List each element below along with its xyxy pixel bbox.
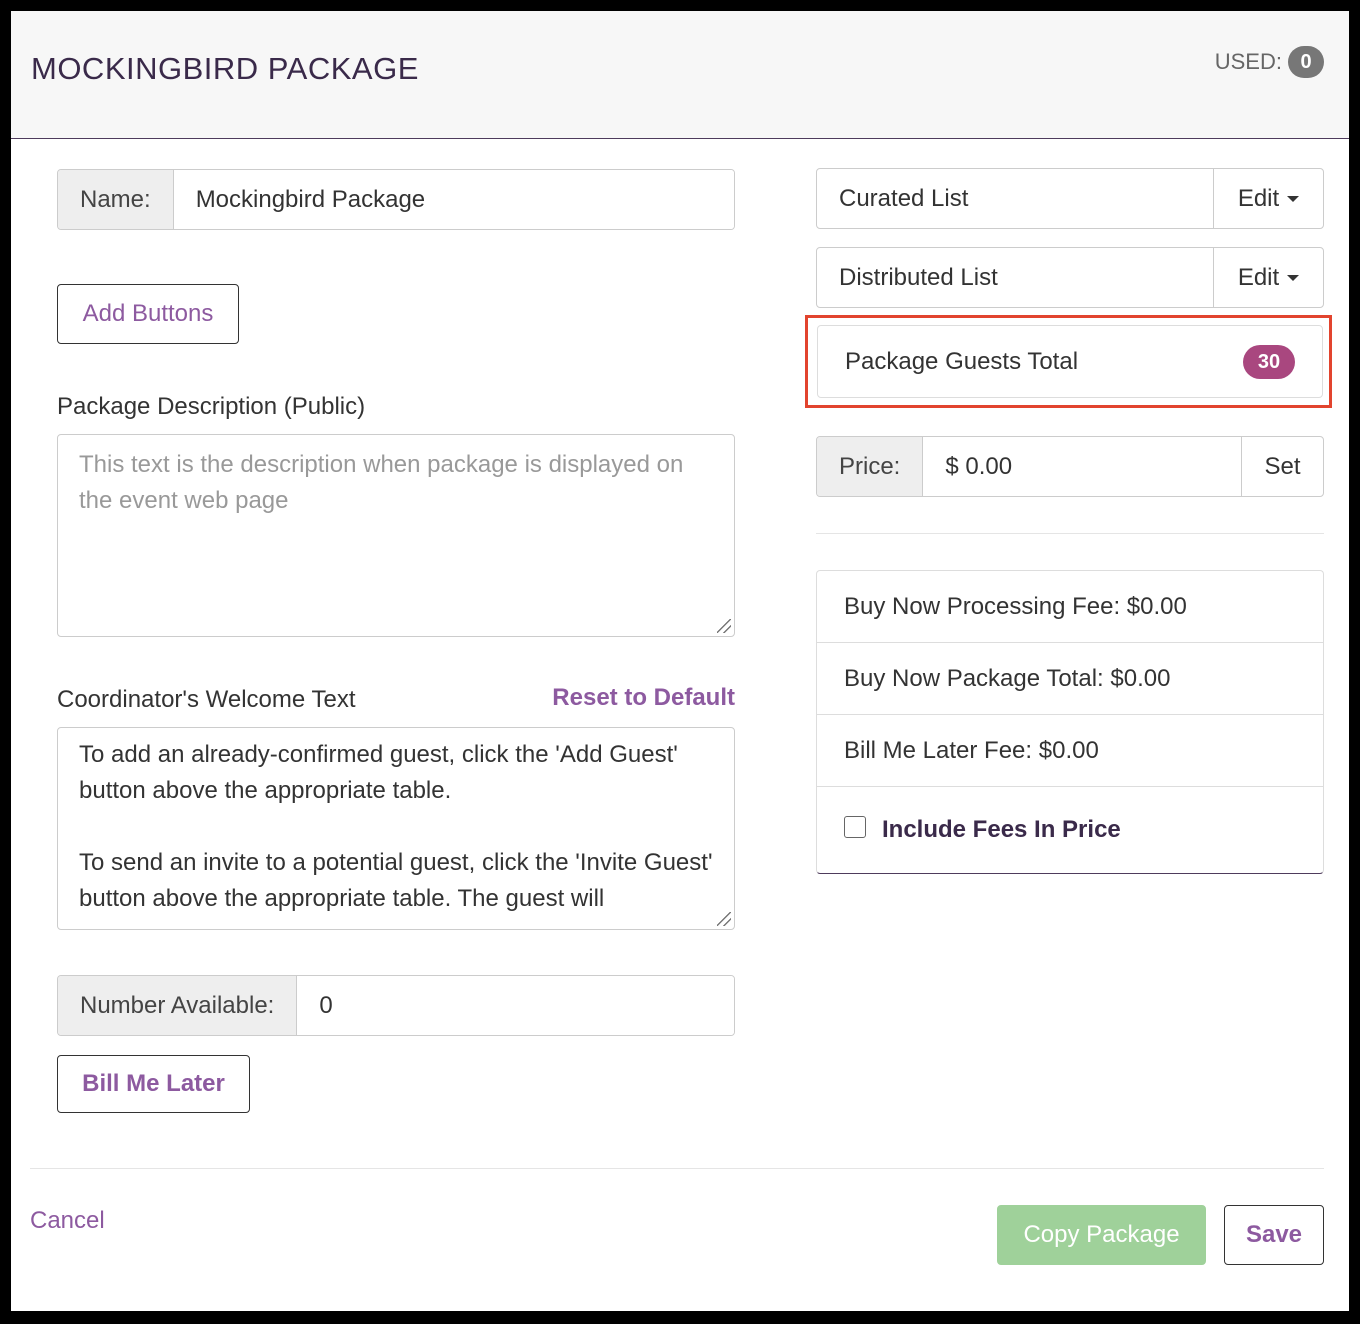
resize-grip-icon[interactable]: [717, 619, 731, 633]
edit-label: Edit: [1237, 184, 1280, 212]
edit-label: Edit: [1237, 263, 1280, 291]
curated-list-edit-button[interactable]: Edit: [1213, 169, 1323, 228]
distributed-list-label: Distributed List: [839, 263, 998, 291]
processing-fee-row: Buy Now Processing Fee: $0.00: [817, 571, 1323, 643]
package-total-row: Buy Now Package Total: $0.00: [817, 643, 1323, 715]
number-available-addon: Number Available:: [58, 976, 298, 1035]
price-input-group: Price: $ 0.00 Set: [816, 436, 1324, 497]
highlight-box: [805, 315, 1332, 408]
used-count-badge: 0: [1288, 46, 1324, 78]
name-input[interactable]: Mockingbird Package: [173, 170, 734, 229]
cancel-link[interactable]: Cancel: [30, 1207, 105, 1235]
package-modal: MOCKINGBIRD PACKAGE USED: 0 Name: Mockin…: [11, 11, 1349, 1311]
fees-panel: Buy Now Processing Fee: $0.00 Buy Now Pa…: [816, 570, 1324, 874]
bill-me-later-button[interactable]: Bill Me Later: [57, 1055, 250, 1113]
description-textarea[interactable]: This text is the description when packag…: [57, 434, 735, 637]
welcome-paragraph-2: To send an invite to a potential guest, …: [79, 849, 713, 912]
add-buttons-button[interactable]: Add Buttons: [57, 284, 239, 344]
modal-title: MOCKINGBIRD PACKAGE: [31, 51, 419, 86]
description-placeholder: This text is the description when packag…: [79, 451, 684, 514]
distributed-list-group: Distributed List Edit: [816, 247, 1324, 308]
modal-header: MOCKINGBIRD PACKAGE USED: 0: [11, 11, 1349, 139]
save-button[interactable]: Save: [1224, 1205, 1324, 1265]
used-label: USED:: [1214, 49, 1282, 74]
distributed-list-edit-button[interactable]: Edit: [1213, 248, 1323, 307]
footer-divider: [30, 1168, 1324, 1169]
curated-list-group: Curated List Edit: [816, 168, 1324, 229]
used-indicator: USED: 0: [1215, 46, 1324, 78]
curated-list-label: Curated List: [839, 184, 969, 212]
number-available-input[interactable]: 0: [297, 976, 734, 1035]
divider: [816, 533, 1324, 534]
caret-down-icon: [1287, 274, 1300, 281]
bill-later-fee-row: Bill Me Later Fee: $0.00: [817, 715, 1323, 787]
set-price-button[interactable]: Set: [1241, 437, 1323, 496]
include-fees-row[interactable]: Include Fees In Price: [817, 787, 1323, 873]
include-fees-checkbox[interactable]: [844, 816, 866, 838]
price-addon: Price:: [817, 437, 924, 496]
reset-to-default-link[interactable]: Reset to Default: [552, 684, 735, 712]
caret-down-icon: [1287, 195, 1300, 202]
welcome-paragraph-1: To add an already-confirmed guest, click…: [79, 741, 678, 804]
price-input[interactable]: $ 0.00: [923, 437, 1241, 496]
number-available-group: Number Available: 0: [57, 975, 735, 1036]
copy-package-button[interactable]: Copy Package: [997, 1205, 1206, 1265]
name-addon: Name:: [58, 170, 174, 229]
description-label: Package Description (Public): [57, 393, 366, 420]
name-input-group: Name: Mockingbird Package: [57, 169, 735, 230]
welcome-text-label: Coordinator's Welcome Text: [57, 686, 356, 713]
resize-grip-icon[interactable]: [717, 912, 731, 926]
include-fees-label[interactable]: Include Fees In Price: [882, 816, 1121, 844]
welcome-textarea[interactable]: To add an already-confirmed guest, click…: [57, 727, 735, 930]
